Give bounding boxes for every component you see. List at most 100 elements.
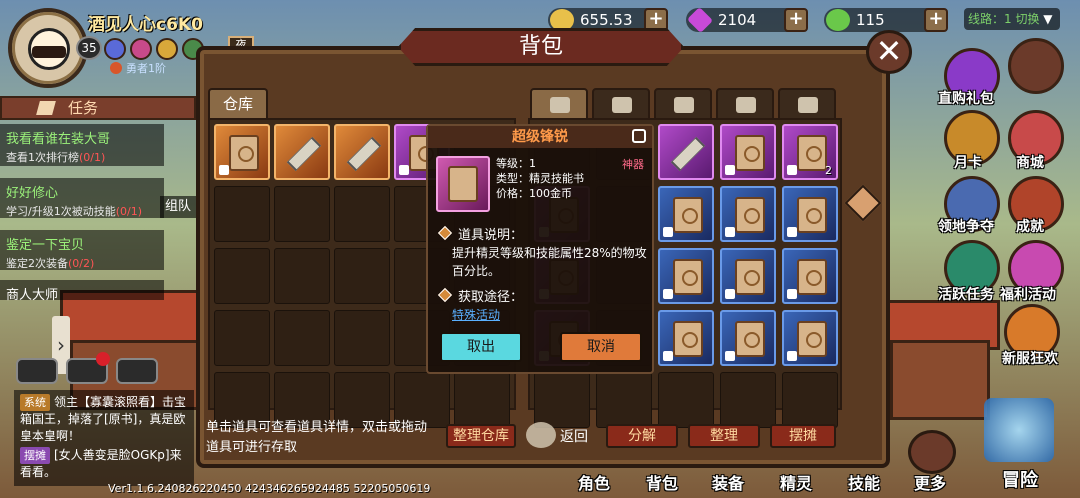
menu-label[interactable]: 月卡 bbox=[954, 152, 982, 172]
item-detail-popup: 超级锋锐 等级：1 类型：精灵技能书 价格：100金币 神器 道具说明： 提升精… bbox=[426, 124, 654, 374]
item-icon bbox=[436, 156, 490, 212]
add-gem-button[interactable]: + bbox=[784, 8, 808, 32]
friends-icon[interactable] bbox=[116, 358, 158, 384]
menu-label[interactable]: 领地争夺 bbox=[938, 216, 994, 236]
book-icon bbox=[674, 97, 694, 113]
lock-icon bbox=[787, 165, 797, 175]
inventory-slot[interactable] bbox=[334, 124, 390, 180]
inventory-slot[interactable] bbox=[534, 372, 590, 428]
rank-icon bbox=[110, 62, 122, 74]
inventory-slot[interactable] bbox=[658, 124, 714, 180]
tab-weapons[interactable] bbox=[592, 88, 650, 120]
nav-bag[interactable]: 背包 bbox=[646, 470, 678, 494]
task-header[interactable]: 任务 bbox=[0, 96, 196, 120]
inventory-slot[interactable] bbox=[658, 372, 714, 428]
menu-toggle-icon[interactable] bbox=[1008, 38, 1064, 94]
inventory-slot[interactable] bbox=[274, 186, 330, 242]
quill-icon bbox=[36, 101, 56, 115]
nav-more[interactable]: 更多 bbox=[914, 470, 946, 494]
inventory-slot[interactable] bbox=[782, 310, 838, 366]
inventory-slot[interactable] bbox=[782, 372, 838, 428]
lock-icon bbox=[725, 165, 735, 175]
tab-armor[interactable] bbox=[716, 88, 774, 120]
inventory-slot[interactable] bbox=[720, 124, 776, 180]
inventory-slot[interactable] bbox=[214, 186, 270, 242]
inventory-slot[interactable] bbox=[658, 186, 714, 242]
stall-button[interactable]: 摆摊 bbox=[770, 424, 836, 448]
player-rank: 勇者1阶 bbox=[110, 60, 166, 76]
inventory-slot[interactable] bbox=[214, 124, 270, 180]
inventory-slot[interactable] bbox=[782, 186, 838, 242]
close-button[interactable]: ✕ bbox=[866, 30, 912, 74]
take-out-button[interactable]: 取出 bbox=[440, 332, 522, 362]
inventory-slot[interactable] bbox=[274, 248, 330, 304]
nav-equipment[interactable]: 装备 bbox=[712, 470, 744, 494]
lock-icon bbox=[663, 351, 673, 361]
lock-icon bbox=[219, 165, 229, 175]
inventory-slot[interactable] bbox=[658, 310, 714, 366]
tab-all[interactable] bbox=[530, 88, 588, 120]
nav-skills[interactable]: 技能 bbox=[848, 470, 880, 494]
menu-label[interactable]: 福利活动 bbox=[1000, 284, 1056, 304]
task-item[interactable]: 我看看谁在装大哥 查看1次排行榜(0/1) bbox=[0, 124, 164, 166]
adventure-icon[interactable] bbox=[984, 398, 1054, 462]
inventory-slot[interactable] bbox=[214, 248, 270, 304]
item-info: 等级：1 类型：精灵技能书 价格：100金币 bbox=[496, 157, 584, 200]
inventory-slot[interactable] bbox=[720, 310, 776, 366]
item-description: 提升精灵等级和技能属性28%的物攻百分比。 bbox=[452, 246, 647, 278]
inventory-slot[interactable] bbox=[274, 310, 330, 366]
inventory-slot[interactable] bbox=[334, 186, 390, 242]
team-tab[interactable]: 组队 bbox=[160, 196, 196, 218]
tab-materials[interactable] bbox=[778, 88, 836, 120]
player-level: 35 bbox=[76, 36, 102, 60]
inventory-slot[interactable] bbox=[334, 248, 390, 304]
inventory-slot[interactable]: 2 bbox=[782, 124, 838, 180]
inventory-slot[interactable] bbox=[214, 310, 270, 366]
inventory-slot[interactable] bbox=[720, 186, 776, 242]
nav-spirit[interactable]: 精灵 bbox=[780, 470, 812, 494]
organize-button[interactable]: 整理 bbox=[688, 424, 760, 448]
tab-warehouse[interactable]: 仓库 bbox=[208, 88, 268, 120]
bag-title: 背包 bbox=[398, 28, 684, 66]
inventory-slot[interactable] bbox=[720, 248, 776, 304]
task-item[interactable]: 好好修心 学习/升级1次被动技能(0/1) bbox=[0, 178, 164, 218]
back-button[interactable]: 返回 bbox=[560, 426, 588, 446]
version-text: Ver1.1.6.240826220450 424346265924485 52… bbox=[108, 482, 431, 495]
task-item[interactable]: 鉴定一下宝贝 鉴定2次装备(0/2) bbox=[0, 230, 164, 270]
heart-badge-icon bbox=[130, 38, 152, 60]
menu-label[interactable]: 成就 bbox=[1016, 216, 1044, 236]
cancel-button[interactable]: 取消 bbox=[560, 332, 642, 362]
organize-warehouse-button[interactable]: 整理仓库 bbox=[446, 424, 516, 448]
menu-label[interactable]: 直购礼包 bbox=[938, 88, 994, 108]
menu-label[interactable]: 商城 bbox=[1016, 152, 1044, 172]
menu-label[interactable]: 新服狂欢 bbox=[1002, 348, 1058, 368]
inventory-slot[interactable] bbox=[334, 310, 390, 366]
lock-icon bbox=[399, 165, 409, 175]
inventory-slot[interactable] bbox=[454, 372, 510, 428]
lock-icon bbox=[663, 227, 673, 237]
task-item[interactable]: 商人大师 bbox=[0, 280, 164, 303]
inventory-slot[interactable] bbox=[596, 372, 652, 428]
menu-label[interactable]: 活跃任务 bbox=[938, 284, 994, 304]
more-icon[interactable] bbox=[908, 430, 956, 474]
chat-bubble-icon[interactable] bbox=[16, 358, 58, 384]
source-link[interactable]: 特殊活动 bbox=[452, 306, 500, 323]
chat-message: 摆摊 [女人善变是脸OGKp]来看看。 bbox=[20, 447, 182, 479]
inventory-slot[interactable] bbox=[274, 124, 330, 180]
line-select[interactable]: 线路：1 切换 ▼ bbox=[964, 8, 1060, 30]
tab-books[interactable] bbox=[654, 88, 712, 120]
inventory-slot[interactable] bbox=[658, 248, 714, 304]
stone-return-icon[interactable] bbox=[526, 422, 556, 448]
add-stamina-button[interactable]: + bbox=[924, 8, 948, 32]
sword-icon bbox=[612, 97, 632, 113]
share-icon[interactable] bbox=[632, 129, 646, 143]
stamina-heart-icon bbox=[826, 9, 850, 31]
decompose-button[interactable]: 分解 bbox=[606, 424, 678, 448]
inventory-slot[interactable] bbox=[720, 372, 776, 428]
inventory-slot[interactable] bbox=[782, 248, 838, 304]
background-house bbox=[890, 340, 990, 420]
lock-icon bbox=[663, 289, 673, 299]
chat-log[interactable]: 系统 领主【寡囊滚照看】击宝箱国王，掉落了[原书]，真是欧皇本皇啊！ 摆摊 [女人善… bbox=[14, 390, 194, 486]
nav-character[interactable]: 角色 bbox=[578, 470, 610, 494]
nav-adventure[interactable]: 冒险 bbox=[1002, 466, 1038, 492]
